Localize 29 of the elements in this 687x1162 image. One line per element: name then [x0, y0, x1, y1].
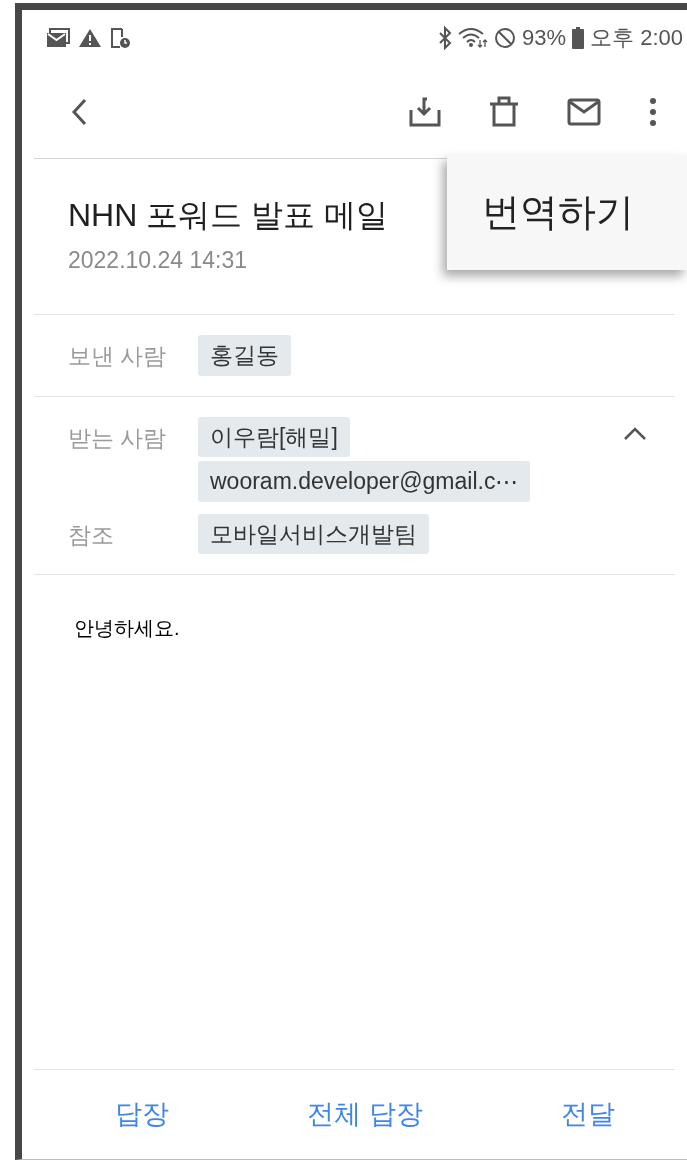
mail-notification-icon — [46, 27, 70, 48]
mail-icon[interactable] — [567, 97, 601, 126]
wifi-icon — [458, 26, 488, 49]
recipient-chip[interactable]: 모바일서비스개발팀 — [198, 513, 429, 554]
screen-timer-icon — [110, 26, 132, 49]
back-button[interactable] — [70, 96, 88, 127]
clock: 오후 2:00 — [590, 24, 683, 52]
field-label: 참조 — [68, 520, 115, 550]
recipient-chip[interactable]: 이우람[해밀] — [198, 416, 350, 457]
battery-icon — [572, 26, 585, 49]
more-menu-icon[interactable] — [649, 96, 657, 127]
warning-icon — [78, 27, 102, 48]
battery-percentage: 93% — [522, 24, 567, 52]
recipient-chip[interactable]: wooram.developer@gmail.c⋯ — [198, 461, 531, 502]
field-label: 받는 사람 — [68, 423, 168, 453]
do-not-disturb-icon — [494, 26, 516, 49]
recipient-chip[interactable]: 홍길동 — [198, 335, 291, 376]
menu-item[interactable]: 번역하기 — [447, 184, 687, 241]
email-body: 안녕하세요. — [74, 616, 181, 641]
action-button[interactable]: 전달 — [561, 1094, 615, 1135]
email-date: 2022.10.24 14:31 — [68, 246, 248, 276]
field-label: 보낸 사람 — [68, 342, 168, 371]
action-button[interactable]: 답장 — [115, 1094, 169, 1135]
trash-icon[interactable] — [489, 95, 519, 128]
action-button[interactable]: 전체 답장 — [307, 1094, 423, 1135]
collapse-caret-icon[interactable] — [623, 426, 647, 441]
email-subject: NHN 포워드 발표 메일 — [68, 196, 388, 236]
bluetooth-icon — [438, 25, 452, 50]
download-icon[interactable] — [409, 95, 441, 128]
